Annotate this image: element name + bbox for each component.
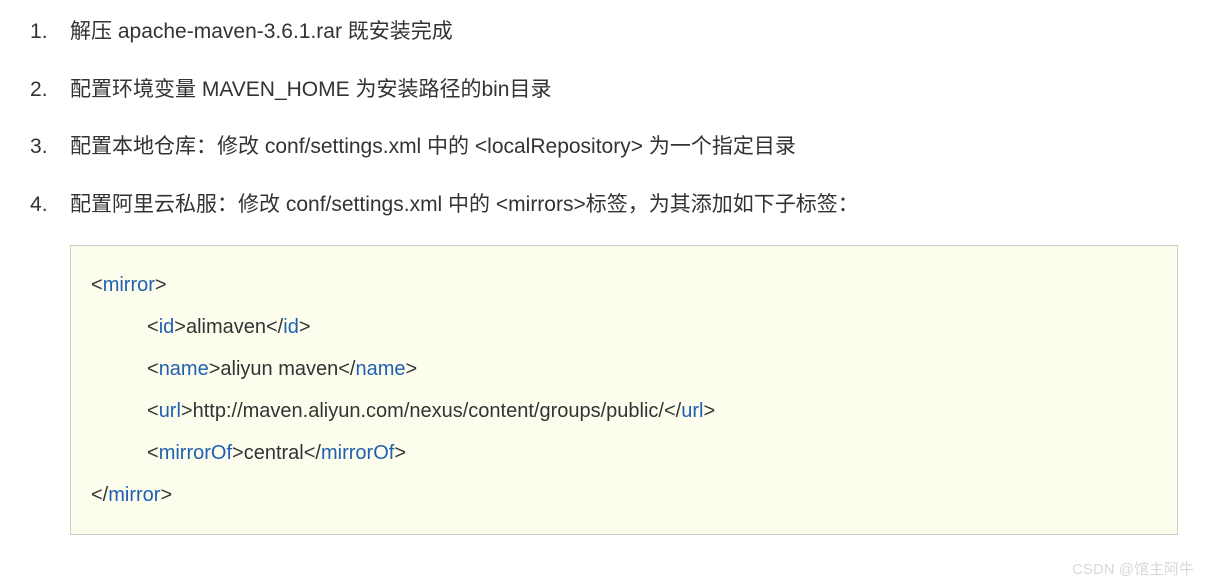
xml-bracket: </ (304, 442, 321, 464)
xml-tag: id (159, 316, 175, 338)
watermark: CSDN @馆主阿牛 (1072, 558, 1194, 579)
code-line: </mirror> (91, 474, 1157, 516)
xml-bracket: </ (91, 484, 108, 506)
xml-bracket: > (155, 274, 167, 296)
xml-tag: url (681, 400, 703, 422)
xml-bracket: > (209, 358, 221, 380)
xml-bracket: > (299, 316, 311, 338)
code-line: <url>http://maven.aliyun.com/nexus/conte… (91, 390, 1157, 432)
code-line: <mirror> (91, 264, 1157, 306)
xml-text: aliyun maven (220, 358, 338, 380)
xml-tag: name (159, 358, 209, 380)
xml-bracket: > (232, 442, 244, 464)
xml-bracket: < (147, 358, 159, 380)
xml-tag: mirror (103, 274, 155, 296)
xml-text: http://maven.aliyun.com/nexus/content/gr… (193, 400, 664, 422)
xml-bracket: </ (338, 358, 355, 380)
list-item: 配置环境变量 MAVEN_HOME 为安装路径的bin目录 (30, 73, 1178, 107)
xml-tag: name (356, 358, 406, 380)
xml-tag: url (159, 400, 181, 422)
code-line: <id>alimaven</id> (91, 306, 1157, 348)
code-block: <mirror><id>alimaven</id><name>aliyun ma… (70, 245, 1178, 535)
xml-tag: id (283, 316, 299, 338)
xml-bracket: </ (266, 316, 283, 338)
xml-tag: mirrorOf (159, 442, 232, 464)
xml-bracket: > (174, 316, 186, 338)
xml-bracket: </ (664, 400, 681, 422)
xml-bracket: > (181, 400, 193, 422)
xml-tag: mirrorOf (321, 442, 394, 464)
xml-bracket: > (406, 358, 418, 380)
code-line: <mirrorOf>central</mirrorOf> (91, 432, 1157, 474)
xml-bracket: < (147, 442, 159, 464)
xml-bracket: > (160, 484, 172, 506)
xml-tag: mirror (108, 484, 160, 506)
numbered-list: 解压 apache-maven-3.6.1.rar 既安装完成 配置环境变量 M… (30, 15, 1178, 221)
xml-bracket: < (147, 400, 159, 422)
list-item: 配置阿里云私服：修改 conf/settings.xml 中的 <mirrors… (30, 188, 1178, 222)
xml-bracket: > (394, 442, 406, 464)
xml-bracket: > (703, 400, 715, 422)
xml-text: alimaven (186, 316, 266, 338)
list-item: 解压 apache-maven-3.6.1.rar 既安装完成 (30, 15, 1178, 49)
xml-bracket: < (147, 316, 159, 338)
xml-text: central (244, 442, 304, 464)
code-line: <name>aliyun maven</name> (91, 348, 1157, 390)
xml-bracket: < (91, 274, 103, 296)
list-item: 配置本地仓库：修改 conf/settings.xml 中的 <localRep… (30, 130, 1178, 164)
